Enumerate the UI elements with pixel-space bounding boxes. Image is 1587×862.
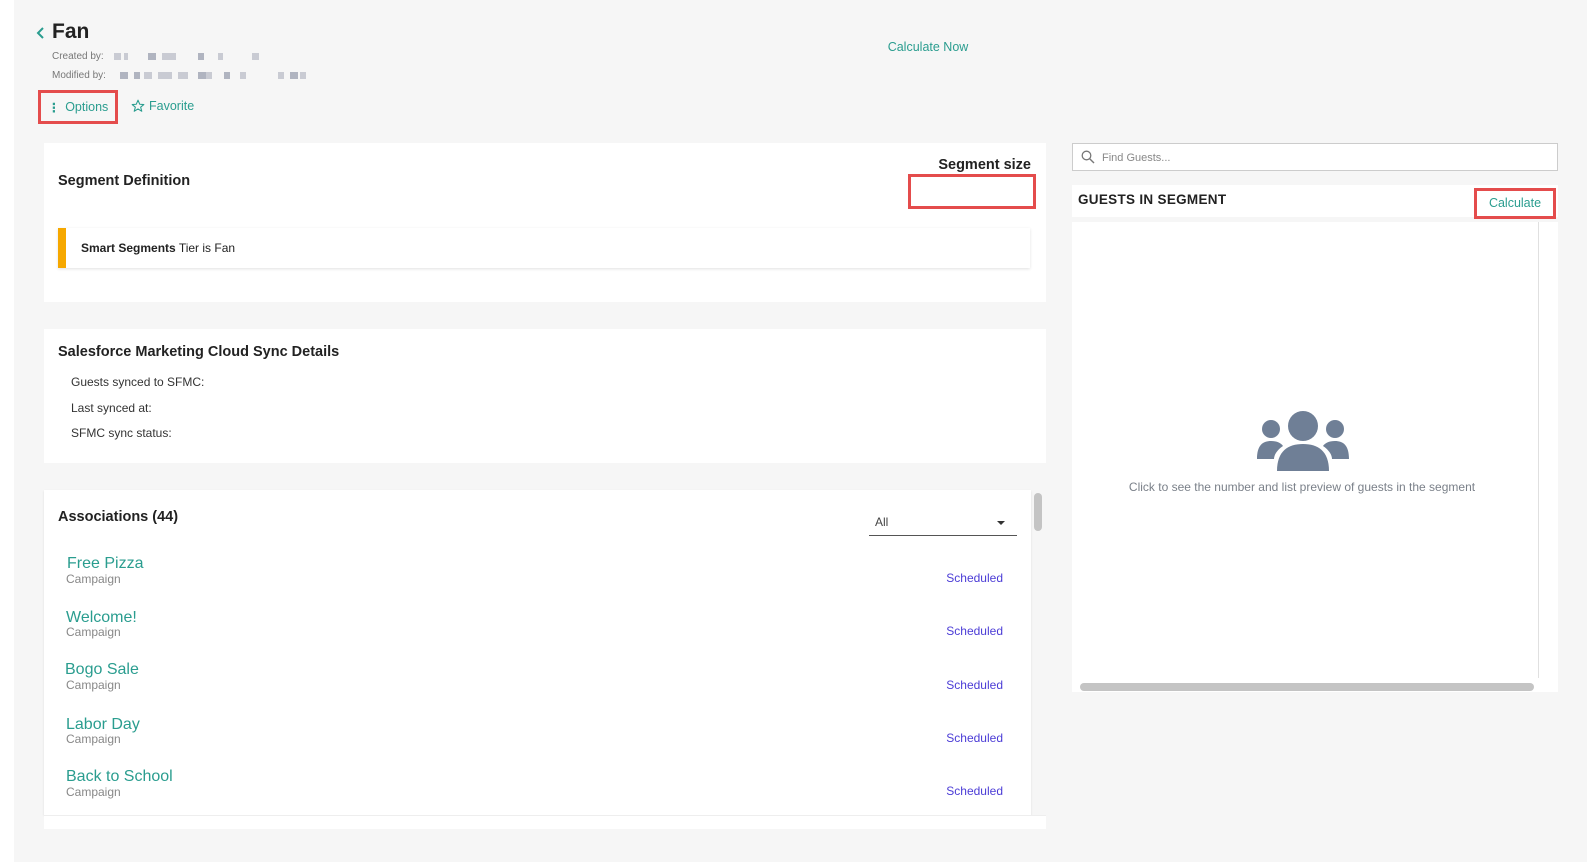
rule-source: Smart Segments [81,241,176,255]
users-group-icon [1257,411,1349,471]
association-name[interactable]: Bogo Sale [65,661,139,679]
calculate-highlight-box [1474,188,1556,219]
segment-rule[interactable]: Smart Segments Tier is Fan [58,228,1030,268]
association-type: Campaign [66,678,121,692]
find-guests-search [1072,143,1558,171]
association-type: Campaign [66,785,121,799]
segment-size-label: Segment size [938,157,1031,173]
association-status: Scheduled [946,678,1003,692]
association-status: Scheduled [946,784,1003,798]
caret-down-icon [997,521,1005,525]
associations-card: Associations (44) All Free Pizza Campaig… [44,490,1031,815]
sfmc-sync-card: Salesforce Marketing Cloud Sync Details … [44,329,1046,463]
favorite-button[interactable]: Favorite [131,99,194,113]
segment-definition-title: Segment Definition [58,173,191,189]
calculate-now-button[interactable]: Calculate Now [864,30,992,64]
search-icon [1081,150,1095,164]
filter-value: All [875,515,889,529]
association-name[interactable]: Free Pizza [67,555,143,573]
calculate-now-highlight-box [908,174,1036,209]
guests-panel-divider [1538,222,1539,678]
guests-horizontal-scrollbar[interactable] [1080,683,1534,691]
created-by-label: Created by: [52,51,104,62]
association-status: Scheduled [946,571,1003,585]
options-highlight-box [38,90,118,124]
association-status: Scheduled [946,624,1003,638]
page-title: Fan [52,20,90,43]
favorite-label: Favorite [149,99,195,113]
rule-text: Smart Segments Tier is Fan [81,241,235,255]
segment-definition-card: Segment Definition Segment size Smart Se… [44,143,1046,302]
association-type: Campaign [66,625,121,639]
association-status: Scheduled [946,731,1003,745]
guests-empty-hint: Click to see the number and list preview… [1128,480,1476,494]
association-name[interactable]: Back to School [66,768,173,786]
sfmc-guests-synced: Guests synced to SFMC: [71,375,205,389]
sfmc-title: Salesforce Marketing Cloud Sync Details [58,344,340,360]
association-type: Campaign [66,732,121,746]
associations-card-footer [44,815,1046,829]
rule-condition: Tier is Fan [178,241,236,255]
guests-in-segment-title: GUESTS IN SEGMENT [1078,192,1227,207]
sfmc-last-synced: Last synced at: [71,401,152,415]
modified-by-label: Modified by: [52,70,106,81]
sfmc-sync-status: SFMC sync status: [71,426,172,440]
back-chevron-icon[interactable] [34,24,48,42]
rule-accent-bar [58,228,66,268]
star-icon [131,99,145,112]
associations-filter-select[interactable]: All [869,510,1017,536]
association-type: Campaign [66,572,121,586]
associations-title: Associations (44) [58,509,179,525]
associations-vertical-scrollbar[interactable] [1034,493,1042,531]
left-edge-strip [0,0,14,862]
find-guests-input[interactable] [1100,149,1544,167]
guests-panel[interactable]: Click to see the number and list preview… [1072,222,1558,692]
